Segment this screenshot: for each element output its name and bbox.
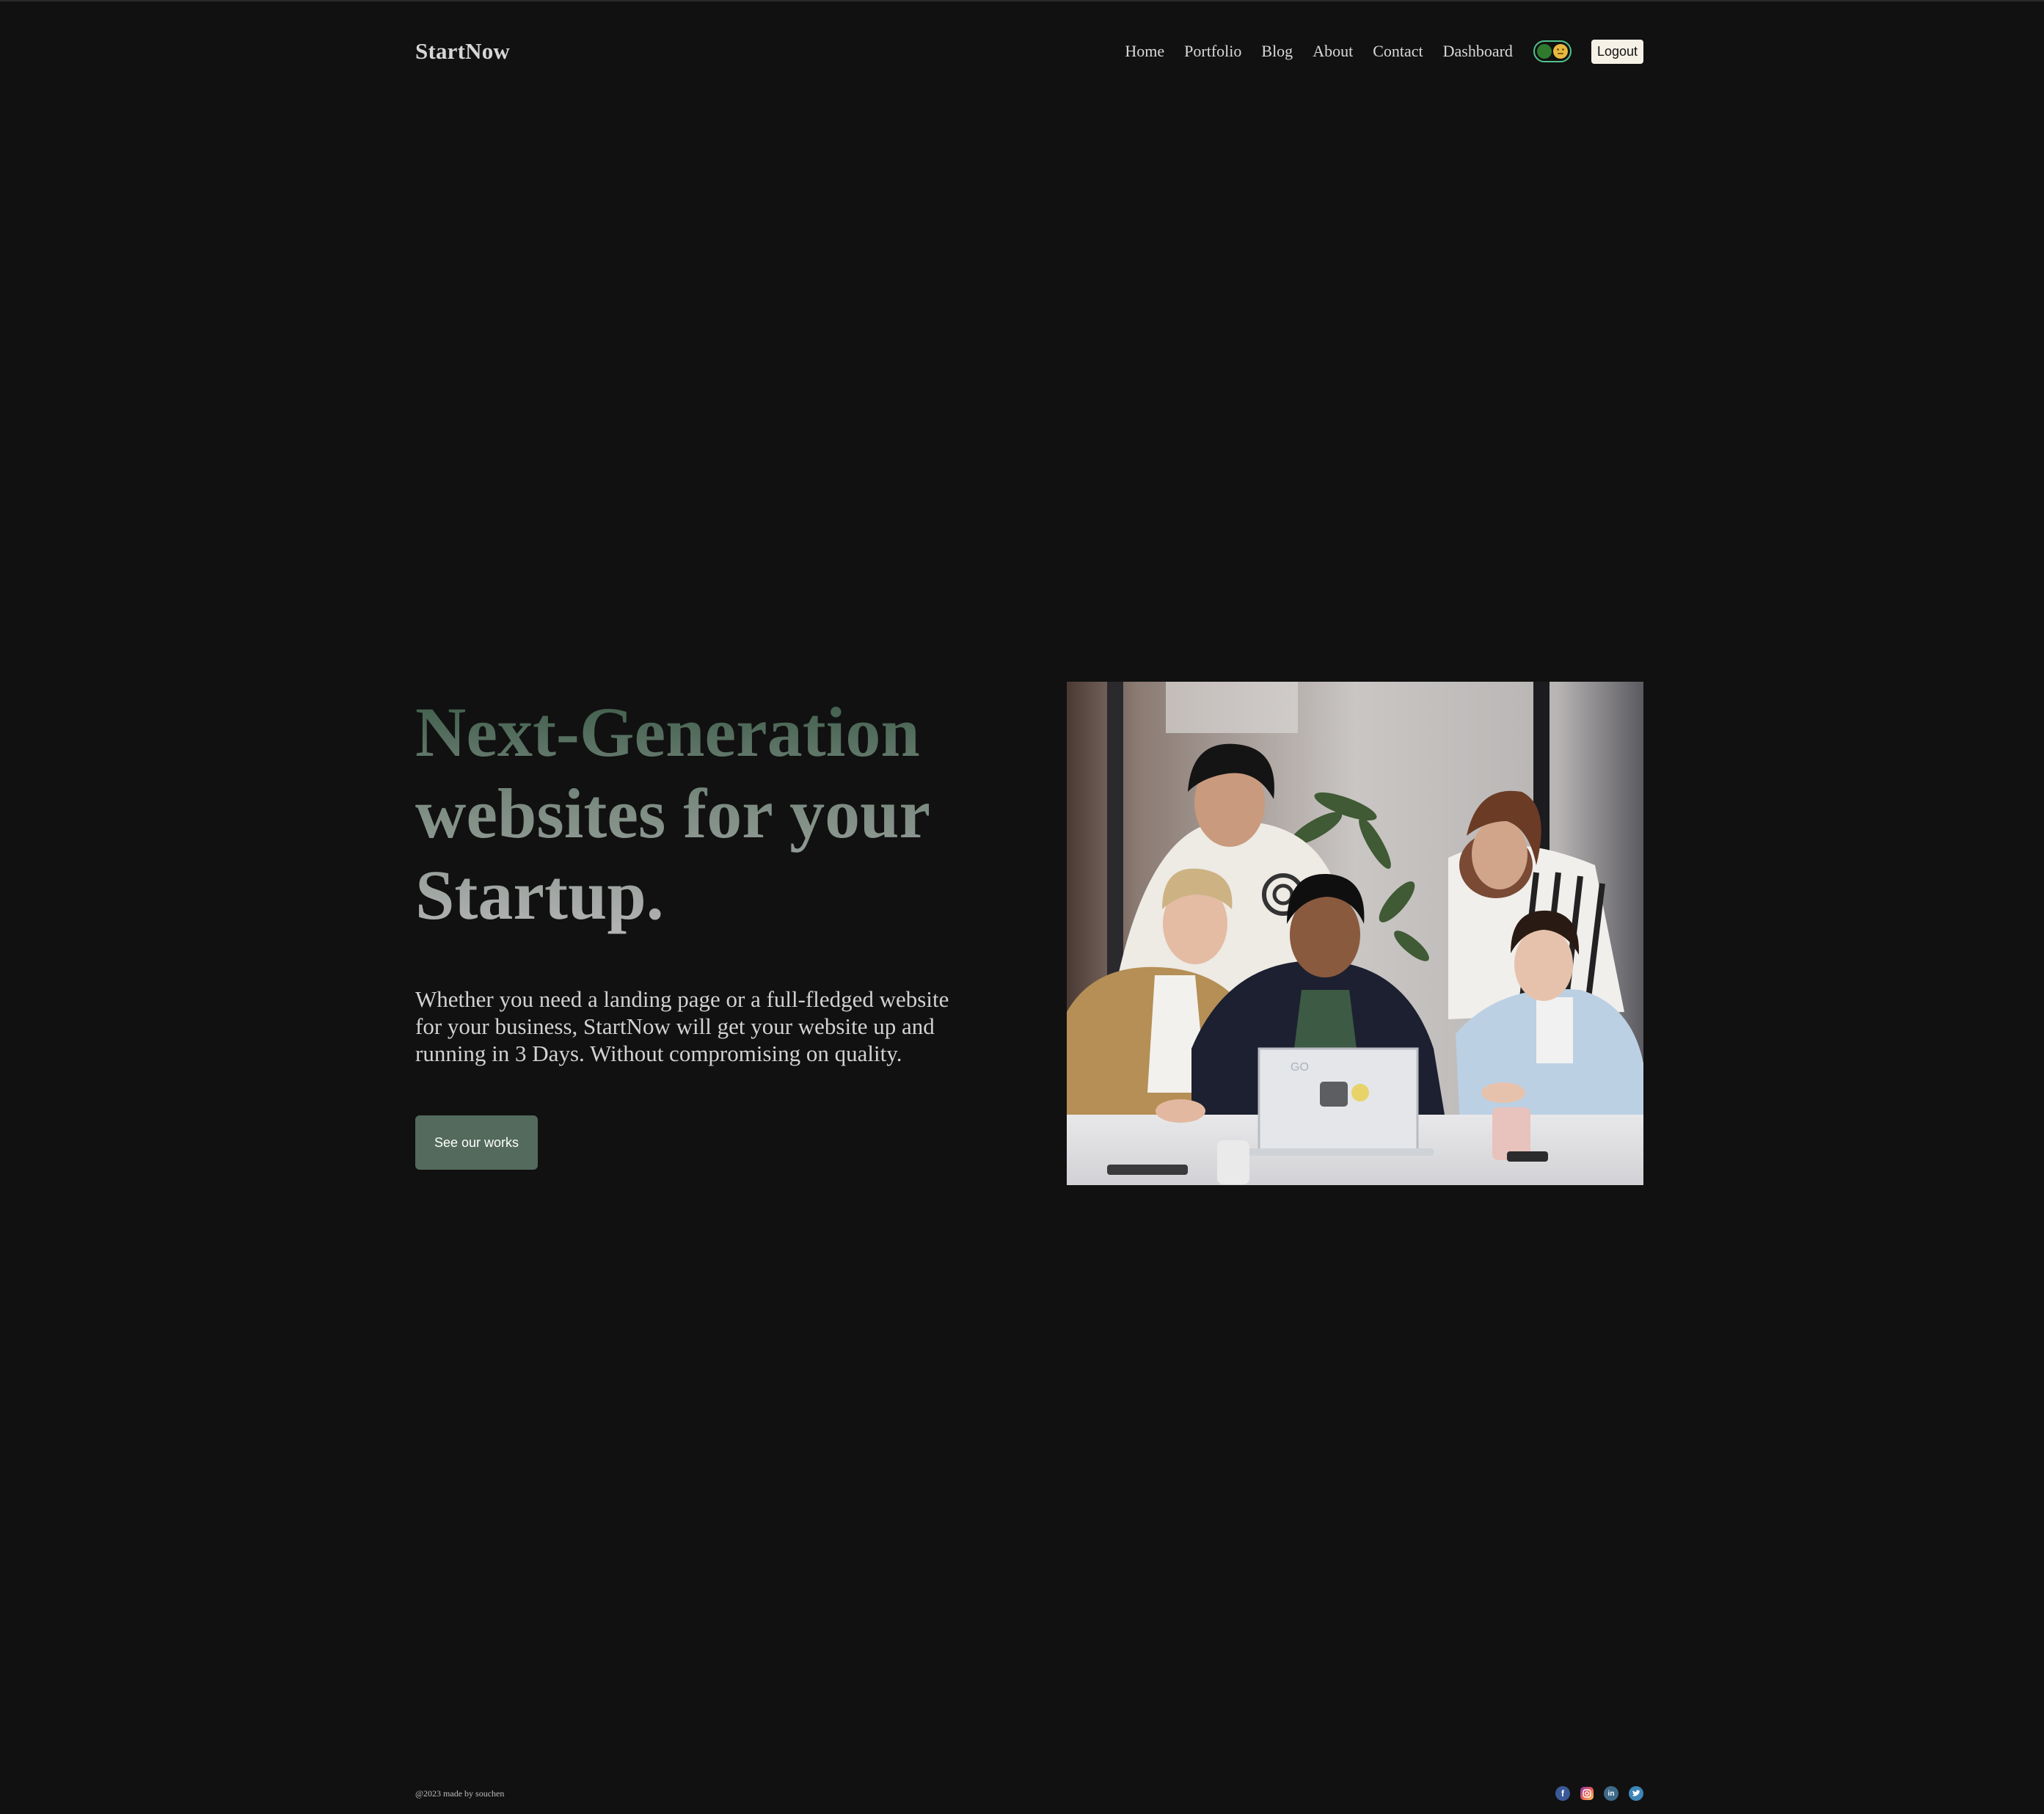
nav-link-about[interactable]: About — [1313, 42, 1353, 61]
dark-mode-ball-icon — [1536, 44, 1552, 59]
hero-section: Next-Generation websites for your Startu… — [415, 691, 988, 1170]
nav-link-contact[interactable]: Contact — [1373, 42, 1423, 61]
svg-text:GO: GO — [1291, 1061, 1309, 1074]
hero-description: Whether you need a landing page or a ful… — [415, 986, 949, 1066]
twitter-icon[interactable] — [1629, 1786, 1643, 1801]
footer: @2023 made by souchen f in — [415, 1782, 1643, 1804]
copyright-text: @2023 made by souchen — [415, 1788, 505, 1799]
navbar: StartNow Home Portfolio Blog About Conta… — [415, 28, 1643, 75]
hero-title-line-2: websites for your — [415, 774, 931, 853]
nav-link-home[interactable]: Home — [1125, 42, 1164, 61]
team-around-laptop-illustration: GO — [1067, 682, 1643, 1185]
nav-link-portfolio[interactable]: Portfolio — [1184, 42, 1241, 61]
nav-link-dashboard[interactable]: Dashboard — [1443, 42, 1513, 61]
smiling-moon-icon — [1552, 44, 1568, 59]
linkedin-icon[interactable]: in — [1604, 1786, 1618, 1801]
hero-title-line-1: Next-Generation — [415, 693, 920, 771]
theme-toggle[interactable] — [1533, 40, 1572, 62]
site-logo[interactable]: StartNow — [415, 38, 510, 65]
logout-button[interactable]: Logout — [1591, 39, 1643, 64]
nav-links: Home Portfolio Blog About Contact Dashbo… — [1125, 39, 1643, 64]
see-our-works-button[interactable]: See our works — [415, 1115, 538, 1170]
hero-image: GO — [1067, 682, 1643, 1185]
page: StartNow Home Portfolio Blog About Conta… — [0, 0, 2044, 1814]
nav-link-blog[interactable]: Blog — [1261, 42, 1293, 61]
instagram-icon[interactable] — [1580, 1787, 1594, 1800]
hero-title: Next-Generation websites for your Startu… — [415, 691, 988, 936]
hero-title-line-3: Startup. — [415, 856, 664, 934]
facebook-icon[interactable]: f — [1555, 1786, 1570, 1801]
social-links: f in — [1545, 1786, 1643, 1801]
